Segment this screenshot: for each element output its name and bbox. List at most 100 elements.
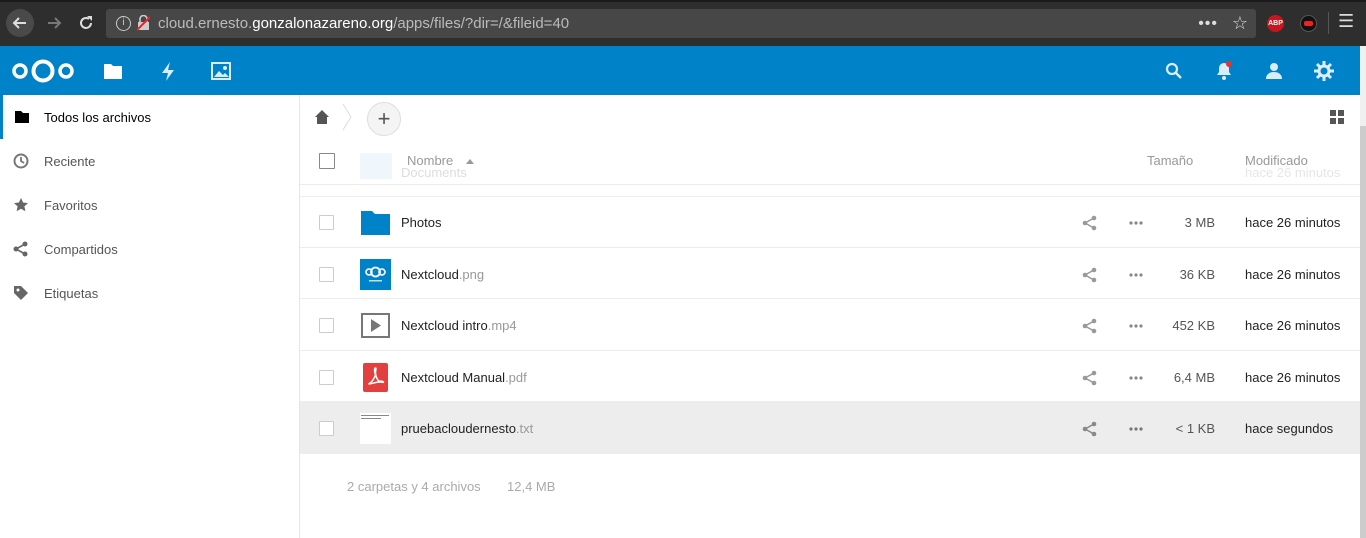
file-modified: hace 26 minutos <box>1245 369 1341 385</box>
total-size-summary: 12,4 MB <box>507 479 556 494</box>
share-icon[interactable] <box>1082 318 1098 334</box>
url-path: /apps/files/?dir=/&fileid=40 <box>393 15 570 32</box>
row-checkbox[interactable] <box>319 369 334 385</box>
file-name[interactable]: Nextcloud intro.mp4 <box>401 318 517 333</box>
file-size: 6,4 MB <box>1173 369 1215 385</box>
column-modified-header[interactable]: Modificado <box>1245 153 1308 168</box>
adblock-plus-icon[interactable]: ABP <box>1267 15 1284 32</box>
scrollbar-thumb[interactable] <box>1360 126 1366 538</box>
search-icon[interactable] <box>1163 60 1185 82</box>
sidebar-item-label: Compartidos <box>44 241 118 257</box>
folder-icon <box>15 111 29 123</box>
share-icon[interactable] <box>1082 215 1098 231</box>
ghost-folder-icon <box>360 153 392 179</box>
share-icon[interactable] <box>1082 421 1098 437</box>
reload-button[interactable] <box>72 9 100 37</box>
back-button[interactable] <box>6 9 34 37</box>
contacts-icon[interactable] <box>1263 60 1285 82</box>
file-name[interactable]: Photos <box>401 215 441 230</box>
share-icon <box>13 241 28 257</box>
files-icon[interactable] <box>102 60 124 82</box>
column-size-header[interactable]: Tamaño <box>1147 153 1193 168</box>
url-domain: gonzalonazareno.org <box>252 15 394 32</box>
arrow-right-icon <box>48 17 62 29</box>
browser-toolbar: i cloud.ernesto.gonzalonazareno.org/apps… <box>0 0 1366 46</box>
sidebar-item-label: Etiquetas <box>44 285 99 301</box>
row-checkbox[interactable] <box>319 215 334 230</box>
table-row[interactable]: Nextcloud intro.mp4 452 KB hace 26 minut… <box>300 299 1360 351</box>
toolbar-divider <box>1328 12 1329 34</box>
file-list-header: Documents hace 26 minutos Nombre Tamaño … <box>300 139 1360 185</box>
arrow-left-icon <box>12 17 26 29</box>
more-actions-icon[interactable] <box>1128 215 1144 231</box>
sidebar-item-shared[interactable]: Compartidos <box>0 227 299 271</box>
file-name[interactable]: Nextcloud.png <box>401 267 484 282</box>
file-modified: hace 26 minutos <box>1245 318 1341 333</box>
star-icon <box>14 198 28 212</box>
new-file-button[interactable]: + <box>367 102 401 136</box>
settings-gear-icon[interactable] <box>1313 60 1335 82</box>
bookmark-star-icon[interactable]: ☆ <box>1232 9 1248 38</box>
extension-icon[interactable] <box>1300 15 1317 32</box>
file-size: < 1 KB <box>1175 421 1215 436</box>
forward-button[interactable] <box>40 9 68 37</box>
table-row[interactable]: Photos 3 MB hace 26 minutos <box>300 196 1360 248</box>
share-icon[interactable] <box>1082 267 1098 283</box>
sidebar-item-all-files[interactable]: Todos los archivos <box>0 95 299 139</box>
sidebar-item-label: Reciente <box>44 153 96 169</box>
more-actions-icon[interactable] <box>1128 267 1144 283</box>
breadcrumb-separator <box>342 103 352 131</box>
file-size: 452 KB <box>1172 318 1215 333</box>
more-actions-icon[interactable] <box>1128 370 1144 386</box>
tag-icon <box>14 286 28 300</box>
sidebar-item-favorites[interactable]: Favoritos <box>0 183 299 227</box>
page-scrollbar[interactable] <box>1360 46 1366 538</box>
file-list: Photos 3 MB hace 26 minutos Nextcloud.pn… <box>300 196 1360 454</box>
sidebar-item-recent[interactable]: Reciente <box>0 139 299 183</box>
sidebar-item-label: Favoritos <box>44 197 98 213</box>
table-row[interactable]: Nextcloud Manual.pdf 6,4 MB hace 26 minu… <box>300 351 1360 402</box>
row-checkbox[interactable] <box>319 318 334 333</box>
activity-icon[interactable] <box>157 60 179 82</box>
share-icon[interactable] <box>1082 370 1098 386</box>
row-checkbox[interactable] <box>319 266 334 282</box>
grid-view-icon[interactable] <box>1330 110 1344 124</box>
column-name-header[interactable]: Nombre <box>407 153 453 168</box>
sort-ascending-icon <box>466 159 474 164</box>
url-prefix: cloud.ernesto. <box>158 15 253 32</box>
info-icon[interactable]: i <box>116 16 131 31</box>
text-file-thumbnail <box>360 413 391 444</box>
nextcloud-logo[interactable] <box>12 58 74 84</box>
clock-icon <box>13 153 29 169</box>
more-actions-icon[interactable] <box>1128 318 1144 334</box>
notifications-icon[interactable] <box>1213 60 1235 82</box>
file-size: 36 KB <box>1179 266 1215 282</box>
reload-icon <box>80 16 92 29</box>
app-navigation: Todos los archivos Reciente Favoritos Co… <box>0 95 300 538</box>
browser-top-border <box>0 0 1366 2</box>
page-actions-button[interactable]: ••• <box>1198 9 1218 38</box>
home-icon[interactable] <box>314 109 330 125</box>
app-content: + Documents hace 26 minutos Nombre Tamañ… <box>300 95 1360 538</box>
file-size: 3 MB <box>1184 215 1215 230</box>
folder-icon <box>361 211 390 235</box>
file-modified: hace segundos <box>1245 421 1334 436</box>
sidebar-item-label: Todos los archivos <box>44 109 151 125</box>
address-bar[interactable]: i cloud.ernesto.gonzalonazareno.org/apps… <box>106 9 1256 38</box>
table-row[interactable]: pruebacloudernesto.txt < 1 KB hace segun… <box>300 402 1360 454</box>
file-name[interactable]: Nextcloud Manual.pdf <box>401 370 527 385</box>
file-name[interactable]: pruebacloudernesto.txt <box>401 421 533 436</box>
more-actions-icon[interactable] <box>1128 421 1144 437</box>
hamburger-menu-icon[interactable]: ☰ <box>1338 11 1354 32</box>
sidebar-item-tags[interactable]: Etiquetas <box>0 271 299 315</box>
gallery-icon[interactable] <box>210 60 232 82</box>
pdf-icon <box>363 362 388 392</box>
insecure-lock-icon[interactable] <box>137 15 150 31</box>
app-header <box>0 46 1360 95</box>
row-checkbox[interactable] <box>319 421 334 436</box>
table-row[interactable]: Nextcloud.png 36 KB hace 26 minutos <box>300 248 1360 299</box>
video-icon <box>361 313 390 338</box>
select-all-checkbox[interactable] <box>319 153 335 169</box>
file-count-summary: 2 carpetas y 4 archivos <box>347 479 481 494</box>
image-thumbnail <box>360 258 391 290</box>
